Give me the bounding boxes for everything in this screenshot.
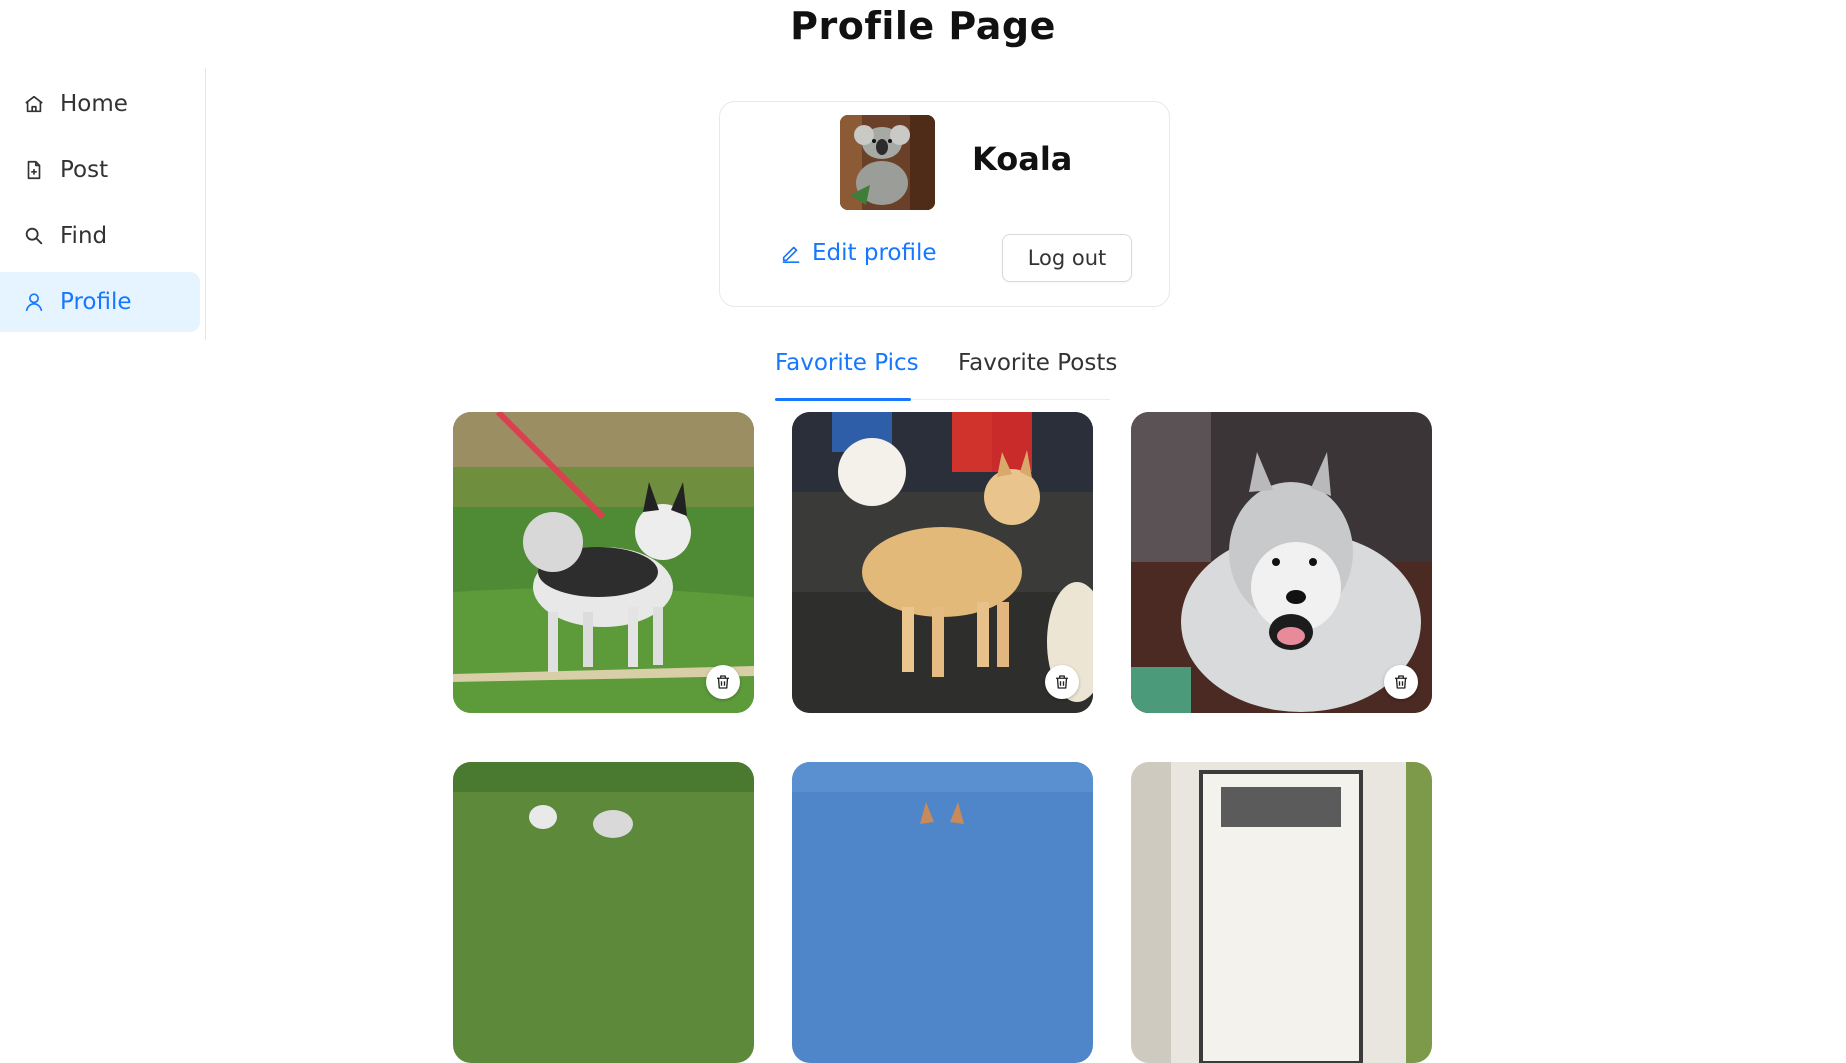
home-icon (22, 92, 46, 116)
tab-favorite-posts[interactable]: Favorite Posts (958, 350, 1117, 376)
edit-profile-label: Edit profile (812, 240, 937, 266)
tab-label: Favorite Pics (775, 350, 919, 376)
edit-icon (782, 246, 800, 263)
sidebar-item-post[interactable]: Post (0, 140, 200, 200)
delete-button[interactable] (706, 665, 740, 699)
gallery-tile[interactable] (453, 762, 754, 1063)
dog-photo (453, 412, 754, 713)
dog-photo (792, 762, 1093, 1063)
sidebar-item-find[interactable]: Find (0, 206, 200, 266)
tab-bar: Favorite Pics Favorite Posts (775, 340, 1117, 401)
profile-card: Koala Edit profile Log out (719, 101, 1170, 307)
dog-photo (1131, 412, 1432, 713)
gallery-tile[interactable] (1131, 762, 1432, 1063)
sidebar-item-label: Post (60, 157, 109, 183)
sidebar-item-home[interactable]: Home (0, 74, 200, 134)
tab-favorite-pics[interactable]: Favorite Pics (775, 350, 919, 376)
page-title: Profile Page (790, 4, 1056, 48)
file-add-icon (22, 158, 46, 182)
delete-button[interactable] (1045, 665, 1079, 699)
avatar (840, 115, 935, 210)
gallery-tile[interactable] (792, 762, 1093, 1063)
tab-label: Favorite Posts (958, 350, 1118, 376)
gallery-tile[interactable] (1131, 412, 1432, 713)
sidebar-item-label: Profile (60, 289, 132, 315)
dog-photo (792, 412, 1093, 713)
sidebar-item-label: Home (60, 91, 128, 117)
user-icon (22, 290, 46, 314)
dog-photo (453, 762, 754, 1063)
sidebar-item-label: Find (60, 223, 108, 249)
username: Koala (972, 140, 1073, 178)
logout-button[interactable]: Log out (1002, 234, 1132, 282)
gallery-tile[interactable] (792, 412, 1093, 713)
koala-avatar-image (840, 115, 935, 210)
search-icon (22, 224, 46, 248)
trash-icon (1395, 675, 1407, 689)
trash-icon (717, 675, 729, 689)
gallery-tile[interactable] (453, 412, 754, 713)
sidebar-item-profile[interactable]: Profile (0, 272, 200, 332)
dog-photo (1131, 762, 1432, 1063)
trash-icon (1056, 675, 1068, 689)
edit-profile-button[interactable]: Edit profile (780, 240, 937, 266)
sidebar: Home Post Find Profile (0, 68, 206, 340)
tab-ink-bar (775, 398, 911, 401)
delete-button[interactable] (1384, 665, 1418, 699)
